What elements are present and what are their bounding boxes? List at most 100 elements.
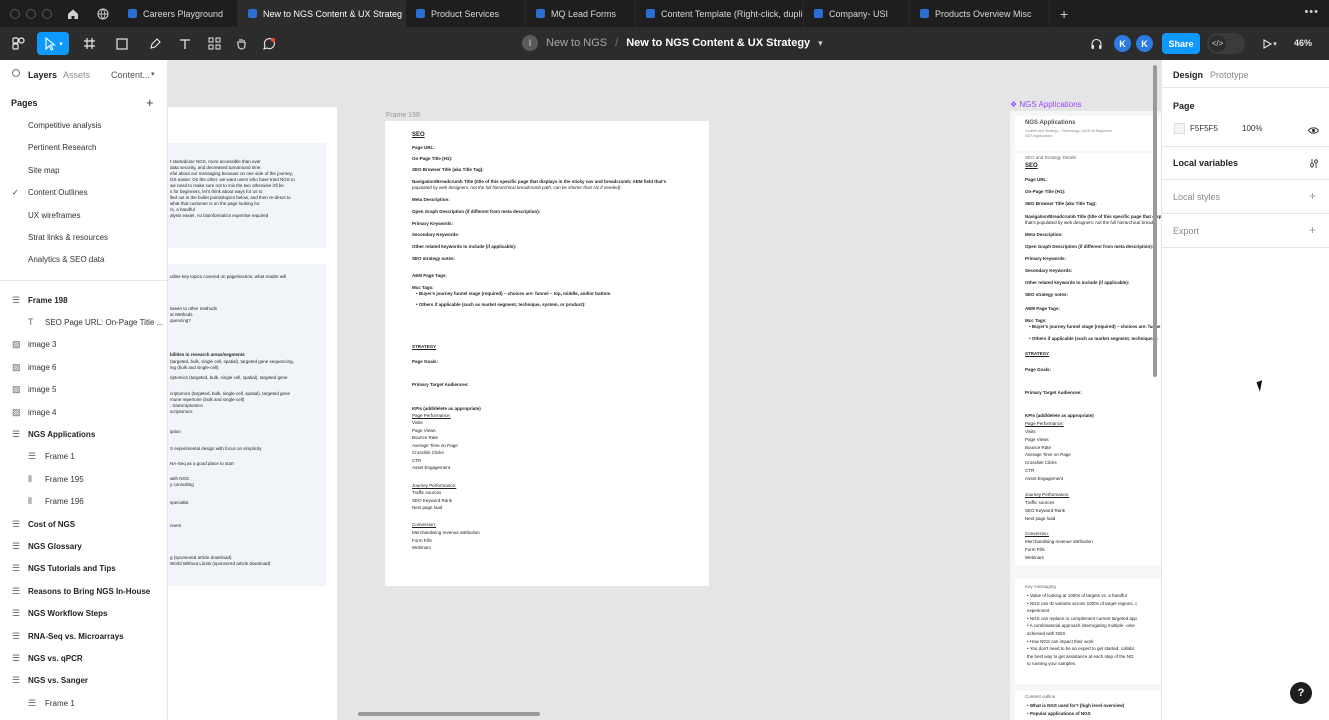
tab-products-overview[interactable]: Products Overview Misc — [910, 0, 1050, 27]
vertical-scrollbar[interactable] — [1153, 65, 1157, 377]
divider — [1162, 146, 1329, 147]
project-name-link[interactable]: New to NGS — [546, 37, 607, 49]
variables-sliders-icon[interactable] — [1309, 156, 1319, 174]
key-message-item: achieved with NGS — [1027, 631, 1066, 636]
page-item[interactable]: Analytics & SEO data — [28, 255, 104, 264]
tab-careers-playground[interactable]: Careers Playground — [118, 0, 238, 27]
add-page-plus-icon[interactable]: + — [146, 95, 154, 110]
chevron-down-icon[interactable]: ▾ — [818, 38, 823, 49]
file-name[interactable]: New to NGS Content & UX Strategy — [626, 37, 810, 49]
page-item[interactable]: Competitive analysis — [28, 121, 101, 130]
present-play-icon[interactable]: ▾ — [1258, 32, 1280, 55]
search-icon[interactable] — [12, 69, 20, 77]
page-color-swatch[interactable] — [1174, 123, 1185, 134]
layer-row[interactable]: ⦀ Frame 196 — [0, 491, 168, 513]
layer-row[interactable]: ☰ Frame 198 — [0, 289, 168, 311]
dev-mode-toggle[interactable]: </> — [1207, 33, 1245, 54]
figma-menu-icon[interactable] — [6, 32, 30, 55]
frame-198-label[interactable]: Frame 198 — [386, 112, 420, 119]
local-variables-heading[interactable]: Local variables — [1173, 158, 1238, 168]
page-item[interactable]: Strat links & resources — [28, 233, 108, 242]
eye-visibility-icon[interactable] — [1307, 122, 1320, 140]
seo-field-line: SEO Browser Title (aka Title Tag): — [412, 167, 484, 172]
layer-row[interactable]: ☰ Reasons to Bring NGS In-House — [0, 580, 168, 602]
layer-row[interactable]: ☰ Frame 1 — [0, 692, 168, 714]
move-tool-icon[interactable]: ▾ — [37, 32, 69, 55]
layer-row[interactable]: ☰ NGS Workflow Steps — [0, 603, 168, 625]
layer-row[interactable]: ☰ Frame 1 — [0, 446, 168, 468]
maximize-window-icon[interactable] — [42, 8, 52, 19]
avatar[interactable]: K — [1136, 35, 1153, 52]
layer-row[interactable]: ☰ Cost of NGS — [0, 513, 168, 535]
text-line: GS easier. On the other, we want users w… — [170, 177, 295, 182]
home-icon[interactable] — [58, 0, 88, 27]
tab-new-to-ngs[interactable]: New to NGS Content & UX Strateg✕ — [238, 0, 406, 27]
close-window-icon[interactable] — [10, 8, 20, 19]
layer-row[interactable]: ☰ NGS Applications — [0, 423, 168, 445]
tab-mq-lead-forms[interactable]: MQ Lead Forms — [526, 0, 636, 27]
tab-company-usi[interactable]: Company- USI — [804, 0, 910, 27]
export-heading[interactable]: Export — [1173, 226, 1199, 236]
community-globe-icon[interactable] — [88, 0, 118, 27]
kpi-item: Page Views — [1025, 436, 1049, 442]
page-item[interactable]: Pertinent Research — [28, 143, 96, 152]
tab-content[interactable]: Content... — [111, 70, 150, 80]
tab-content-template[interactable]: Content Template (Right-click, dupli — [636, 0, 804, 27]
zoom-level[interactable]: 46% — [1294, 38, 1312, 48]
components-icon[interactable] — [203, 32, 225, 55]
local-styles-heading[interactable]: Local styles — [1173, 192, 1220, 202]
design-canvas[interactable]: t started/use NGS, more accessible than … — [168, 60, 1161, 720]
seo-field-line: Open Graph Description (if different fro… — [412, 209, 541, 214]
page-opacity-value[interactable]: 100% — [1242, 124, 1262, 133]
layer-row[interactable]: ▨ image 4 — [0, 401, 168, 423]
tab-product-services[interactable]: Product Services — [406, 0, 526, 27]
kpi-item: Visits — [412, 420, 423, 425]
layer-row[interactable]: ☰ NGS Glossary — [0, 535, 168, 557]
frame-198[interactable]: SEO Page URL: On-Page Title (H1): SEO Brows… — [385, 121, 709, 586]
add-style-plus-icon[interactable]: + — [1309, 189, 1316, 203]
layer-row[interactable]: ☰ NGS Tutorials and Tips — [0, 558, 168, 580]
more-options-icon[interactable]: ••• — [1304, 6, 1319, 18]
seo-field-line: Mcc Tags: — [412, 285, 434, 290]
tab-assets[interactable]: Assets — [63, 70, 90, 80]
figma-file-icon — [536, 9, 545, 18]
pen-tool-icon[interactable] — [143, 32, 167, 55]
frame-tool-icon[interactable] — [77, 32, 101, 55]
headphones-icon[interactable] — [1086, 32, 1106, 55]
ngs-applications-frame[interactable]: NGS Applications Content and Strategy – T… — [1010, 111, 1161, 720]
horizontal-scrollbar[interactable] — [358, 712, 540, 716]
frame-partial-left[interactable]: t started/use NGS, more accessible than … — [168, 107, 337, 720]
layer-label: image 4 — [28, 407, 57, 417]
layer-row[interactable]: ⦀ Frame 195 — [0, 468, 168, 490]
layer-row[interactable]: ▨ image 5 — [0, 379, 168, 401]
layer-row[interactable]: ☰ NGS vs. Sanger — [0, 670, 168, 692]
kpi-item: Page Views — [412, 427, 436, 433]
shape-tool-icon[interactable] — [110, 32, 134, 55]
layer-row[interactable]: ☰ NGS vs. qPCR — [0, 647, 168, 669]
section-icon: ☰ — [12, 585, 21, 596]
avatar[interactable]: K — [1114, 35, 1131, 52]
text-tool-icon[interactable] — [174, 32, 196, 55]
hand-tool-icon[interactable] — [230, 32, 252, 55]
share-button[interactable]: Share — [1162, 33, 1200, 54]
minimize-window-icon[interactable] — [26, 8, 36, 19]
comment-icon[interactable] — [258, 32, 280, 55]
page-item[interactable]: Content Outlines — [28, 188, 88, 197]
add-export-plus-icon[interactable]: + — [1309, 223, 1316, 237]
layer-row[interactable]: T SEO Page URL: On-Page Title ... — [0, 311, 168, 333]
help-button[interactable]: ? — [1290, 682, 1312, 704]
tab-prototype[interactable]: Prototype — [1210, 70, 1249, 80]
new-tab-plus-icon[interactable]: + — [1050, 6, 1078, 22]
ngs-applications-label[interactable]: ❖ NGS Applications — [1010, 100, 1082, 109]
layer-row[interactable]: ▨ image 3 — [0, 334, 168, 356]
tab-design[interactable]: Design — [1173, 70, 1203, 80]
layer-row[interactable]: ▨ image 6 — [0, 356, 168, 378]
tab-layers[interactable]: Layers — [28, 70, 57, 80]
page-item[interactable]: Site map — [28, 166, 60, 175]
layer-row[interactable]: ☰ RNA-Seq vs. Microarrays — [0, 625, 168, 647]
seo-field-line: SEO Browser Title (aka Title Tag): — [1025, 201, 1097, 206]
divider — [1162, 247, 1329, 248]
page-item[interactable]: UX wireframes — [28, 211, 80, 220]
chevron-down-icon[interactable]: ▾ — [151, 70, 155, 78]
page-color-value[interactable]: F5F5F5 — [1190, 124, 1218, 133]
